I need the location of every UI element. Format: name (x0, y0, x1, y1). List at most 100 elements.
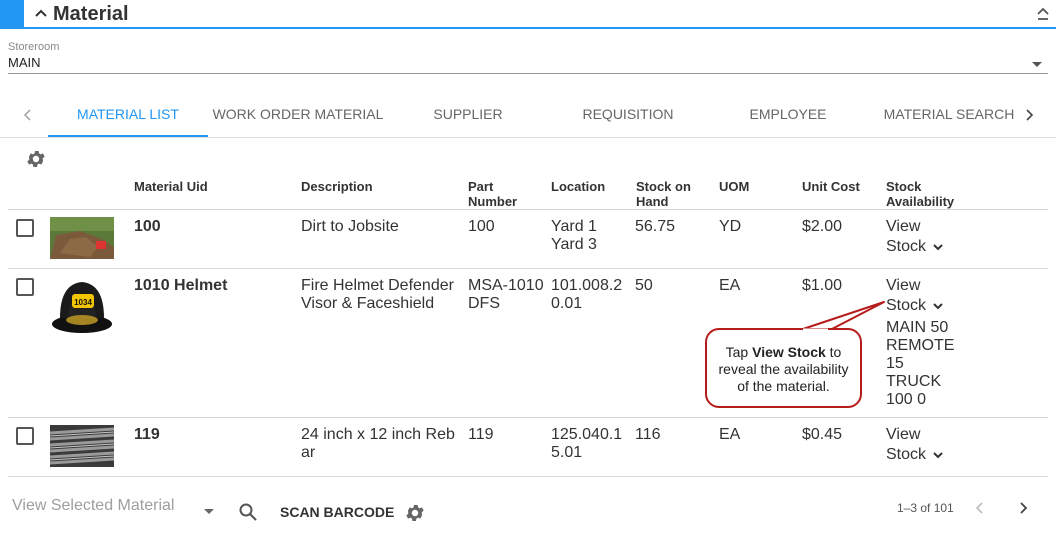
description-line: Dirt to Jobsite (301, 218, 399, 235)
material-uid[interactable]: 100 (134, 218, 161, 236)
stock-on-hand: 50 (635, 277, 653, 294)
material-uid[interactable]: 1010 Helmet (134, 277, 227, 295)
location-line: Yard 3 (551, 236, 597, 253)
dropdown-caret-icon[interactable] (204, 509, 214, 514)
callout-prefix: Tap (725, 344, 753, 360)
header-text: Stock on (636, 179, 691, 194)
chevron-right-icon[interactable] (1021, 107, 1037, 123)
search-icon[interactable] (238, 502, 258, 522)
chevron-down-icon[interactable] (932, 450, 944, 460)
chevron-left-icon[interactable] (20, 107, 36, 123)
availability-line: MAIN 50 (886, 319, 949, 336)
description-line: ar (301, 444, 316, 461)
location-line: 101.008.2 (551, 277, 623, 294)
callout-line-1: Tap View Stock to (707, 344, 860, 361)
location-line: 0.01 (551, 295, 583, 312)
dropdown-caret-icon[interactable] (1032, 62, 1042, 67)
chevron-left-icon[interactable] (972, 500, 988, 516)
section-header[interactable]: Material (0, 0, 1056, 29)
callout-suffix: to (825, 344, 842, 360)
uom: EA (719, 277, 741, 294)
location: 125.040.1 5.01 (551, 426, 622, 462)
material-description: 24 inch x 12 inch Reb ar (301, 426, 455, 462)
row-checkbox[interactable] (16, 278, 34, 296)
location-line: Yard 1 (551, 218, 597, 235)
col-header-uom[interactable]: UOM (719, 179, 749, 194)
col-header-material-uid[interactable]: Material Uid (134, 179, 208, 194)
chevron-down-icon[interactable] (932, 242, 944, 252)
uom: YD (719, 218, 742, 235)
tab-material-search[interactable]: MATERIAL SEARCH (882, 94, 1016, 137)
header-text: Availability (886, 194, 955, 209)
description-line: Visor & Faceshield (301, 295, 435, 312)
view-stock-label: View (886, 277, 921, 294)
header-text: Number (468, 194, 518, 209)
pagination-range: 1–3 of 101 (897, 501, 954, 515)
collapse-icon[interactable] (1036, 6, 1050, 22)
material-description: Fire Helmet Defender Visor & Faceshield (301, 277, 454, 313)
part-number: 119 (468, 426, 494, 443)
material-description: Dirt to Jobsite (301, 218, 399, 236)
view-stock-label: View (886, 218, 921, 235)
view-stock-label: View (886, 426, 921, 443)
part-number-line: MSA-1010 (468, 277, 544, 294)
tab-bar: MATERIAL LIST WORK ORDER MATERIAL SUPPLI… (0, 94, 1056, 138)
availability-line: 100 0 (886, 391, 927, 408)
view-stock-button[interactable]: View Stock (886, 426, 944, 464)
row-checkbox[interactable] (16, 219, 34, 237)
header-text: Stock (886, 179, 922, 194)
material-thumbnail: 1034 (50, 276, 114, 338)
scan-barcode-button[interactable]: SCAN BARCODE (280, 504, 394, 520)
col-header-part-number[interactable]: Part Number (468, 179, 517, 209)
availability-line: 15 (886, 355, 904, 372)
col-header-description[interactable]: Description (301, 179, 373, 194)
tab-material-list[interactable]: MATERIAL LIST (48, 94, 208, 137)
header-accent-bar (0, 0, 24, 27)
uom: EA (719, 426, 741, 443)
stock-availability-list: MAIN 50 REMOTE 15 TRUCK 100 0 (886, 319, 954, 409)
part-number-line: DFS (468, 295, 500, 312)
material-thumbnail (50, 425, 114, 467)
material-thumbnail (50, 217, 114, 259)
col-header-stock-on-hand[interactable]: Stock on Hand (636, 179, 691, 209)
location: 101.008.2 0.01 (551, 277, 622, 313)
header-text: Hand (636, 194, 669, 209)
part-number: MSA-1010 DFS (468, 277, 544, 313)
stock-on-hand: 116 (635, 426, 661, 443)
unit-cost: $1.00 (802, 277, 843, 294)
row-checkbox[interactable] (16, 427, 34, 445)
col-header-stock-availability[interactable]: Stock Availability (886, 179, 954, 209)
view-stock-label: Stock (886, 297, 927, 314)
gear-icon[interactable] (25, 148, 47, 170)
row-divider (8, 268, 1048, 269)
availability-line: REMOTE (886, 337, 955, 354)
row-divider (8, 417, 1048, 418)
location-line: 125.040.1 (551, 426, 623, 443)
stock-on-hand: 56.75 (635, 218, 676, 235)
availability-line: TRUCK (886, 373, 942, 390)
view-selected-material-select[interactable]: View Selected Material (12, 497, 174, 515)
callout-line-2: reveal the availability (718, 361, 849, 377)
tab-employee[interactable]: EMPLOYEE (720, 94, 856, 137)
location: Yard 1 Yard 3 (551, 218, 597, 254)
callout-bold: View Stock (752, 344, 826, 360)
tab-requisition[interactable]: REQUISITION (560, 94, 696, 137)
part-number: 100 (468, 218, 495, 235)
col-header-unit-cost[interactable]: Unit Cost (802, 179, 860, 194)
material-uid[interactable]: 119 (134, 426, 160, 444)
view-stock-button[interactable]: View Stock (886, 218, 944, 256)
view-stock-button[interactable]: View Stock (886, 277, 944, 315)
unit-cost: $0.45 (802, 426, 843, 443)
unit-cost: $2.00 (802, 218, 843, 235)
row-divider (8, 209, 1048, 210)
gear-icon[interactable] (404, 502, 426, 524)
row-divider (8, 476, 1048, 477)
callout-tooltip: Tap View Stock to reveal the availabilit… (705, 328, 862, 408)
col-header-location[interactable]: Location (551, 179, 605, 194)
tab-supplier[interactable]: SUPPLIER (400, 94, 536, 137)
chevron-down-icon[interactable] (932, 301, 944, 311)
chevron-right-icon[interactable] (1015, 500, 1031, 516)
chevron-up-icon[interactable] (34, 6, 48, 20)
tab-work-order-material[interactable]: WORK ORDER MATERIAL (212, 94, 384, 137)
storeroom-value[interactable]: MAIN (8, 55, 41, 70)
